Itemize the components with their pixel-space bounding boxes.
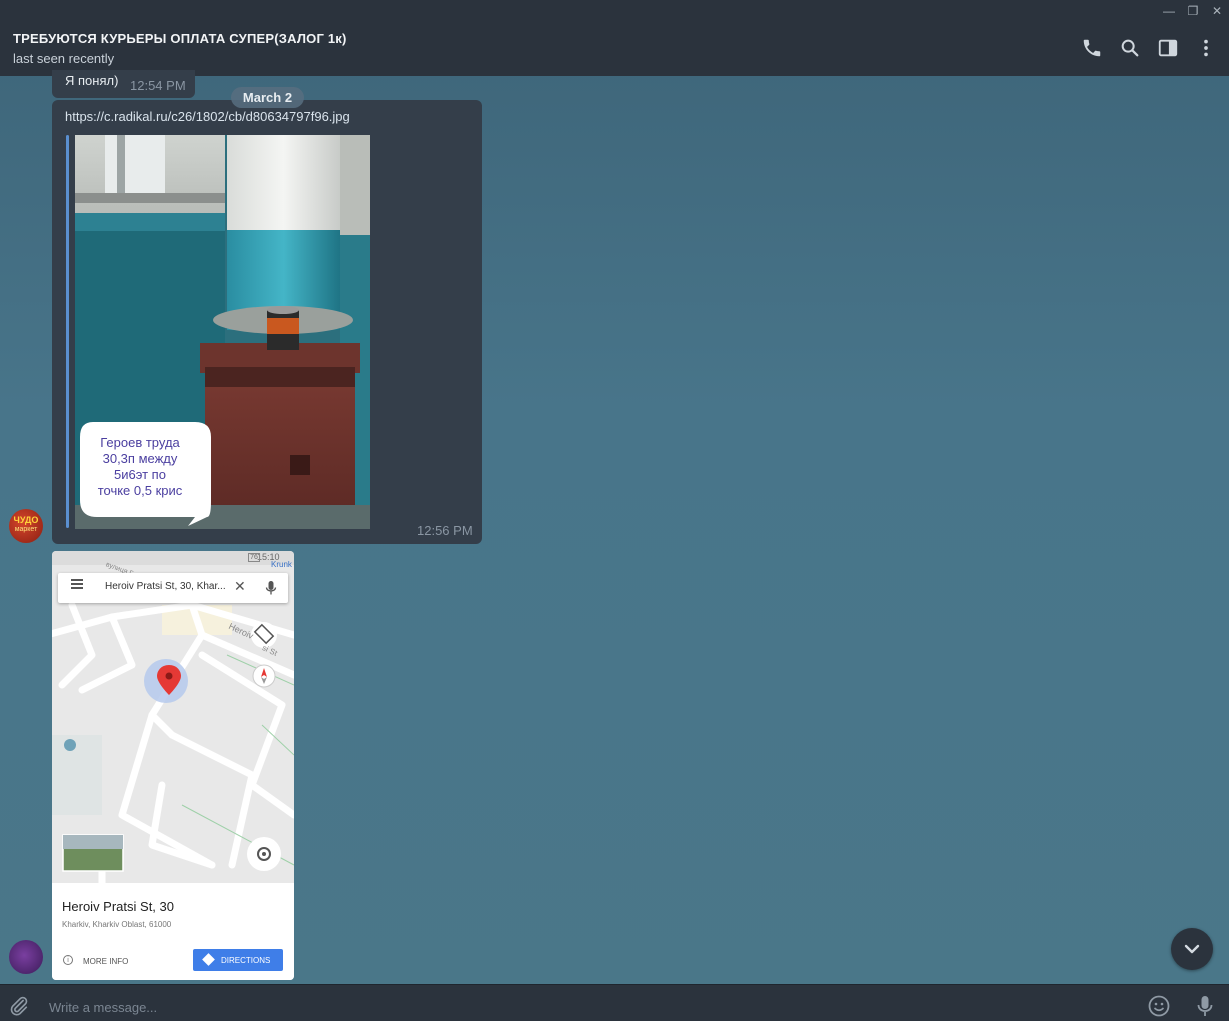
message-text: Я понял) bbox=[65, 73, 119, 88]
place-name: Heroiv Pratsi St, 30 bbox=[62, 899, 174, 914]
caption-line: точке 0,5 крис bbox=[97, 483, 183, 498]
menu-icon[interactable] bbox=[71, 583, 83, 585]
avatar-text: маркет bbox=[14, 526, 38, 533]
caption-line: 30,3п между bbox=[102, 451, 178, 466]
microphone-icon[interactable] bbox=[265, 580, 277, 596]
restore-icon[interactable]: ❐ bbox=[1185, 3, 1201, 19]
map-search-text[interactable]: Heroiv Pratsi St, 30, Khar... bbox=[105, 581, 226, 592]
map-screenshot[interactable]: 15:10 76 вулиця Г Heroiv si St Krunk Her… bbox=[52, 551, 294, 980]
more-info-button[interactable]: MORE INFO bbox=[83, 957, 128, 966]
date-separator: March 2 bbox=[231, 87, 304, 108]
minimize-icon[interactable]: — bbox=[1161, 3, 1177, 19]
battery-icon: 76 bbox=[248, 553, 260, 562]
microphone-icon[interactable] bbox=[1195, 994, 1215, 1018]
map-search-box[interactable]: Heroiv Pratsi St, 30, Khar... ✕ bbox=[58, 573, 288, 603]
directions-icon bbox=[202, 953, 215, 966]
chat-title[interactable]: ТРЕБУЮТСЯ КУРЬЕРЫ ОПЛАТА СУПЕР(ЗАЛОГ 1к) bbox=[13, 31, 347, 46]
phone-status-bar: 15:10 76 bbox=[52, 551, 294, 565]
avatar[interactable]: ЧУДО маркет bbox=[9, 509, 43, 543]
scroll-down-button[interactable] bbox=[1171, 928, 1213, 970]
attach-icon[interactable] bbox=[8, 995, 30, 1017]
message-composer: Write a message... bbox=[0, 984, 1229, 1021]
avatar-text: ЧУДО bbox=[13, 515, 39, 525]
phone-icon[interactable] bbox=[1081, 37, 1103, 59]
search-icon[interactable] bbox=[1119, 37, 1141, 59]
caption-line: Героев труда bbox=[100, 435, 180, 450]
chat-header: — ❐ ✕ ТРЕБУЮТСЯ КУРЬЕРЫ ОПЛАТА СУПЕР(ЗАЛ… bbox=[0, 0, 1229, 76]
map-canvas[interactable] bbox=[52, 565, 294, 883]
message-input[interactable]: Write a message... bbox=[49, 1000, 157, 1015]
info-icon: i bbox=[63, 955, 73, 965]
emoji-icon[interactable] bbox=[1147, 994, 1171, 1018]
message-bubble: Я понял) 12:54 PM bbox=[52, 70, 195, 98]
street-label: Krunk bbox=[271, 560, 292, 569]
clear-icon[interactable]: ✕ bbox=[234, 578, 246, 595]
directions-label: DIRECTIONS bbox=[221, 956, 271, 965]
message-link[interactable]: https://c.radikal.ru/c26/1802/cb/d806347… bbox=[65, 109, 350, 124]
avatar[interactable] bbox=[9, 940, 43, 974]
message-time: 12:56 PM bbox=[417, 523, 473, 538]
sidebar-toggle-icon[interactable] bbox=[1157, 37, 1179, 59]
close-icon[interactable]: ✕ bbox=[1209, 3, 1225, 19]
webpage-preview-bar bbox=[66, 135, 69, 528]
caption-line: 5и6эт по bbox=[114, 467, 166, 482]
directions-button[interactable]: DIRECTIONS bbox=[193, 949, 283, 971]
message-time: 12:54 PM bbox=[130, 78, 186, 93]
more-vertical-icon[interactable] bbox=[1195, 37, 1217, 59]
chat-status: last seen recently bbox=[13, 51, 115, 66]
chevron-down-icon bbox=[1184, 944, 1200, 954]
place-address: Kharkiv, Kharkiv Oblast, 61000 bbox=[62, 920, 172, 929]
place-info-panel: Heroiv Pratsi St, 30 Kharkiv, Kharkiv Ob… bbox=[52, 883, 294, 980]
photo-caption: Героев труда 30,3п между 5и6эт по точке … bbox=[80, 435, 200, 499]
